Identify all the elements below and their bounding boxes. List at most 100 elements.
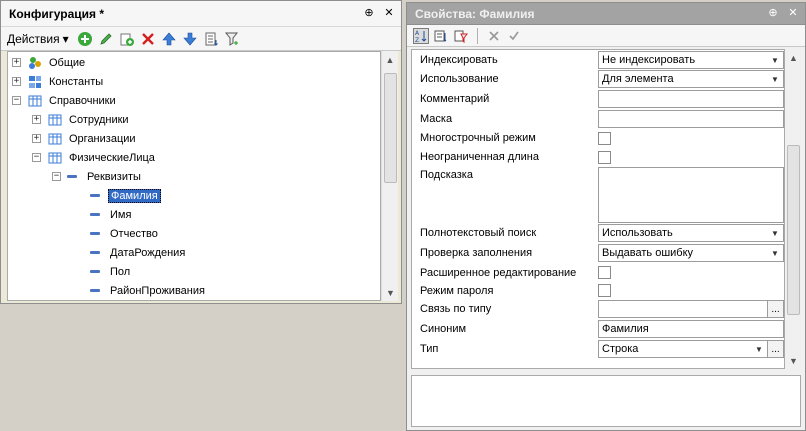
collapse-icon[interactable]: − — [52, 172, 61, 181]
prop-value: Не индексировать — [602, 54, 696, 66]
expand-icon[interactable]: + — [32, 115, 41, 124]
close-icon[interactable]: ✕ — [383, 6, 395, 19]
prop-label-link-by-type: Связь по типу — [420, 303, 492, 315]
dropdown-arrow-icon[interactable]: ▼ — [752, 342, 766, 356]
catalog-icon — [47, 131, 63, 147]
collapse-icon[interactable]: − — [32, 153, 41, 162]
tree-item-individuals[interactable]: − ФизическиеЛица — [32, 148, 157, 167]
properties-scrollbar[interactable]: ▲ ▼ — [785, 49, 802, 369]
choose-button[interactable]: ... — [767, 341, 783, 357]
choose-button[interactable]: ... — [767, 301, 783, 317]
properties-title-bar: Свойства: Фамилия ⊕ ✕ — [407, 3, 805, 25]
move-up-icon[interactable] — [161, 31, 177, 47]
pin-icon[interactable]: ⊕ — [767, 6, 779, 19]
category-view-icon[interactable] — [433, 28, 449, 44]
prop-mask-input[interactable] — [598, 110, 784, 128]
prop-label-password-mode: Режим пароля — [420, 285, 494, 297]
panel-title: Свойства: Фамилия — [415, 6, 535, 21]
expand-icon[interactable]: + — [32, 134, 41, 143]
svg-text:Z: Z — [415, 37, 419, 43]
dropdown-arrow-icon[interactable]: ▼ — [768, 72, 782, 86]
collapse-icon[interactable]: − — [12, 96, 21, 105]
tree-item-attributes[interactable]: − Реквизиты — [52, 167, 143, 186]
tree-item-label: Отчество — [110, 227, 158, 240]
attribute-icon — [90, 194, 100, 197]
prop-usage-select[interactable]: Для элемента ▼ — [598, 70, 784, 88]
tree-item-label: Сотрудники — [69, 113, 129, 126]
attribute-icon — [90, 251, 100, 254]
tree-item-attribute-district[interactable]: РайонПроживания — [90, 281, 207, 300]
prop-value: Выдавать ошибку — [602, 247, 694, 259]
dropdown-arrow-icon[interactable]: ▼ — [768, 226, 782, 240]
scroll-up-icon[interactable]: ▲ — [382, 51, 398, 68]
tree-item-label: Имя — [110, 208, 132, 221]
prop-link-by-type-field[interactable]: ... — [598, 300, 784, 318]
prop-type-select[interactable]: Строка ▼ ... — [598, 340, 784, 358]
prop-label-synonym: Синоним — [420, 323, 467, 335]
prop-comment-input[interactable] — [598, 90, 784, 108]
property-filter-icon[interactable] — [453, 28, 469, 44]
tree-item-label: Справочники — [49, 94, 116, 107]
delete-icon[interactable] — [140, 31, 156, 47]
chevron-down-icon: ▾ — [62, 31, 69, 46]
actions-menu-button[interactable]: Действия ▾ — [7, 32, 69, 46]
prop-password-mode-checkbox[interactable] — [598, 284, 611, 297]
tree-item-attribute-patronymic[interactable]: Отчество — [90, 224, 160, 243]
tree-item-attribute-birthdate[interactable]: ДатаРождения — [90, 243, 187, 262]
add-icon[interactable] — [77, 31, 93, 47]
dropdown-arrow-icon[interactable]: ▼ — [768, 246, 782, 260]
expand-icon[interactable]: + — [12, 58, 21, 67]
tree-item-general[interactable]: + Общие — [12, 53, 87, 72]
scroll-thumb[interactable] — [384, 73, 397, 183]
sort-alphabetical-icon[interactable]: AZ — [413, 27, 429, 44]
move-down-icon[interactable] — [182, 31, 198, 47]
tree-item-label: Пол — [110, 265, 131, 278]
prop-label-unlimited-length: Неограниченная длина — [420, 151, 539, 163]
tree-item-catalogs[interactable]: − Справочники — [12, 91, 118, 110]
tree-item-attribute-gender[interactable]: Пол — [90, 262, 132, 281]
prop-tooltip-textarea[interactable] — [598, 167, 784, 223]
prop-label-multiline: Многострочный режим — [420, 132, 536, 144]
configuration-tree[interactable]: + Общие + Константы − Справочники + Сотр… — [7, 51, 381, 301]
prop-synonym-input[interactable]: Фамилия — [598, 320, 784, 338]
prop-unlimited-length-checkbox[interactable] — [598, 151, 611, 164]
tree-item-organizations[interactable]: + Организации — [32, 129, 138, 148]
prop-label-usage: Использование — [420, 73, 499, 85]
prop-multiline-checkbox[interactable] — [598, 132, 611, 145]
catalog-icon — [47, 150, 63, 166]
filter-icon[interactable] — [224, 31, 240, 47]
tree-item-label: Фамилия — [108, 188, 161, 203]
close-icon[interactable]: ✕ — [787, 6, 799, 19]
constants-icon — [27, 74, 43, 90]
scroll-down-icon[interactable]: ▼ — [382, 284, 399, 301]
tree-item-constants[interactable]: + Константы — [12, 72, 105, 91]
dropdown-arrow-icon[interactable]: ▼ — [768, 53, 782, 67]
sort-icon[interactable] — [203, 31, 219, 47]
prop-fill-check-select[interactable]: Выдавать ошибку ▼ — [598, 244, 784, 262]
pin-icon[interactable]: ⊕ — [363, 6, 375, 19]
attribute-icon — [90, 289, 100, 292]
expand-icon[interactable]: + — [12, 77, 21, 86]
prop-fulltext-search-select[interactable]: Использовать ▼ — [598, 224, 784, 242]
tree-item-employees[interactable]: + Сотрудники — [32, 110, 131, 129]
catalog-icon — [47, 112, 63, 128]
scroll-up-icon[interactable]: ▲ — [785, 49, 802, 66]
tree-item-attribute-surname[interactable]: Фамилия — [90, 186, 161, 205]
edit-icon[interactable] — [98, 31, 114, 47]
scroll-thumb[interactable] — [787, 145, 800, 315]
prop-label-tooltip: Подсказка — [420, 169, 473, 181]
tree-scrollbar[interactable]: ▲ ▼ — [381, 51, 398, 301]
scroll-down-icon[interactable]: ▼ — [785, 352, 802, 369]
tree-item-attribute-name[interactable]: Имя — [90, 205, 133, 224]
prop-extended-edit-checkbox[interactable] — [598, 266, 611, 279]
prop-index-select[interactable]: Не индексировать ▼ — [598, 51, 784, 69]
prop-label-fulltext-search: Полнотекстовый поиск — [420, 227, 537, 239]
catalog-icon — [27, 93, 43, 109]
actions-label: Действия — [7, 31, 60, 46]
cancel-icon[interactable] — [486, 28, 502, 44]
prop-label-comment: Комментарий — [420, 93, 490, 105]
apply-icon[interactable] — [506, 28, 522, 44]
tree-item-label: Организации — [69, 132, 136, 145]
copy-icon[interactable] — [119, 31, 135, 47]
prop-label-mask: Маска — [420, 113, 453, 125]
